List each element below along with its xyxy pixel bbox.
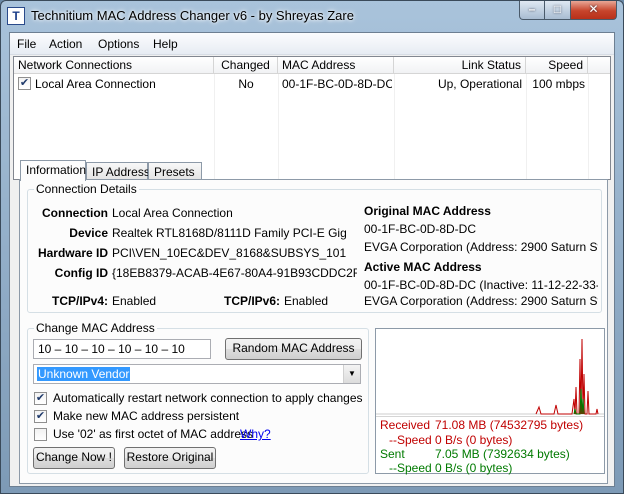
column-link-status[interactable]: Link Status (394, 57, 526, 74)
tcpipv6-label: TCP/IPv6: (223, 294, 280, 308)
connection-mac: 00-1F-BC-0D-8D-DC (282, 77, 392, 91)
device-label: Device (69, 226, 108, 240)
sent-label: Sent (380, 447, 405, 461)
maximize-button[interactable]: □ (545, 1, 571, 20)
connections-list-header: Network Connections Changed MAC Address … (14, 57, 610, 74)
column-speed[interactable]: Speed (526, 57, 588, 74)
column-mac-address[interactable]: MAC Address (278, 57, 394, 74)
auto-restart-checkbox[interactable]: ✔ (34, 392, 47, 405)
vendor-select-value: Unknown Vendor (37, 367, 131, 381)
title-bar[interactable]: T Technitium MAC Address Changer v6 - by… (1, 1, 623, 31)
connection-name: Local Area Connection (35, 77, 156, 91)
information-panel: Connection Details Connection Local Area… (19, 179, 608, 484)
received-value: 71.08 MB (74532795 bytes) (435, 418, 584, 432)
menu-options[interactable]: Options (98, 37, 139, 51)
app-window: T Technitium MAC Address Changer v6 - by… (0, 0, 624, 494)
menu-file[interactable]: File (17, 37, 36, 51)
change-mac-group: Change MAC Address 10 – 10 – 10 – 10 – 1… (27, 321, 369, 474)
connection-value: Local Area Connection (112, 206, 233, 220)
tab-presets[interactable]: Presets (148, 162, 202, 180)
traffic-graph-panel: Received 71.08 MB (74532795 bytes) --Spe… (375, 328, 605, 475)
menu-action[interactable]: Action (49, 37, 82, 51)
received-speed-value: 0 B/s (0 bytes) (435, 433, 513, 447)
caption-buttons: – □ ✕ (519, 1, 617, 21)
connection-speed: 100 mbps (532, 77, 585, 91)
auto-restart-label[interactable]: Automatically restart network connection… (53, 391, 363, 405)
use02-label[interactable]: Use '02' as first octet of MAC address (53, 427, 253, 441)
original-mac-value: 00-1F-BC-0D-8D-DC (364, 222, 477, 236)
device-value: Realtek RTL8168D/8111D Family PCI-E Giga… (112, 226, 346, 240)
table-row[interactable]: ✔ Local Area Connection No 00-1F-BC-0D-8… (14, 75, 610, 93)
restore-original-button[interactable]: Restore Original (124, 447, 216, 469)
active-mac-heading: Active MAC Address (364, 260, 482, 274)
connection-label: Connection (42, 206, 108, 220)
mac-address-input[interactable]: 10 – 10 – 10 – 10 – 10 – 10 (33, 339, 211, 359)
why-link[interactable]: Why? (240, 427, 271, 441)
connection-checkbox[interactable]: ✔ (18, 77, 31, 90)
persistent-checkbox[interactable]: ✔ (34, 410, 47, 423)
change-now-button[interactable]: Change Now ! (33, 447, 115, 469)
hardware-id-label: Hardware ID (37, 246, 108, 260)
received-label: Received (380, 418, 431, 432)
config-id-value: {18EB8379-ACAB-4E67-80A4-91B93CDDC2FD} (112, 266, 357, 280)
menu-bar: File Action Options Help (10, 33, 614, 55)
original-mac-vendor: EVGA Corporation (Address: 2900 Saturn S… (364, 240, 598, 254)
use02-checkbox[interactable] (34, 428, 47, 441)
hardware-id-value: PCI\VEN_10EC&DEV_8168&SUBSYS_101C384 (112, 246, 346, 260)
active-mac-vendor: EVGA Corporation (Address: 2900 Saturn S… (364, 294, 598, 308)
vendor-select[interactable]: Unknown Vendor ▼ (33, 364, 361, 384)
tab-information[interactable]: Information (20, 160, 86, 181)
traffic-graph (376, 338, 604, 415)
tcpipv4-label: TCP/IPv4: (51, 294, 108, 308)
restore-original-button-label: Restore Original (126, 450, 214, 464)
sent-speed-label: --Speed (389, 461, 432, 475)
minimize-button[interactable]: – (519, 1, 545, 20)
chevron-down-icon[interactable]: ▼ (343, 365, 360, 383)
persistent-label[interactable]: Make new MAC address persistent (53, 409, 239, 423)
connection-details-title: Connection Details (34, 182, 139, 196)
original-mac-heading: Original MAC Address (364, 204, 491, 218)
graph-divider (376, 416, 604, 417)
received-series (535, 338, 599, 415)
change-mac-title: Change MAC Address (34, 321, 157, 335)
client-area: File Action Options Help Network Connect… (9, 32, 615, 487)
sent-speed-value: 0 B/s (0 bytes) (435, 461, 513, 475)
connection-changed: No (238, 77, 254, 91)
connection-details-group: Connection Details Connection Local Area… (27, 182, 602, 313)
tab-ip-address[interactable]: IP Address (86, 162, 150, 180)
connection-link-status: Up, Operational (437, 77, 522, 91)
app-icon[interactable]: T (7, 7, 25, 25)
menu-help[interactable]: Help (153, 37, 178, 51)
tcpipv4-value: Enabled (112, 294, 157, 308)
change-now-button-label: Change Now ! (35, 450, 113, 464)
tcpipv6-value: Enabled (284, 294, 329, 308)
column-changed[interactable]: Changed (214, 57, 278, 74)
config-id-label: Config ID (54, 266, 108, 280)
sent-value: 7.05 MB (7392634 bytes) (435, 447, 570, 461)
close-button[interactable]: ✕ (571, 1, 617, 20)
column-network-connections[interactable]: Network Connections (14, 57, 214, 74)
random-mac-button[interactable]: Random MAC Address (225, 338, 362, 360)
active-mac-value: 00-1F-BC-0D-8D-DC (Inactive: 11-12-22-33… (364, 278, 598, 292)
received-speed-label: --Speed (389, 433, 432, 447)
window-title: Technitium MAC Address Changer v6 - by S… (31, 8, 354, 23)
random-mac-button-label: Random MAC Address (232, 341, 355, 355)
